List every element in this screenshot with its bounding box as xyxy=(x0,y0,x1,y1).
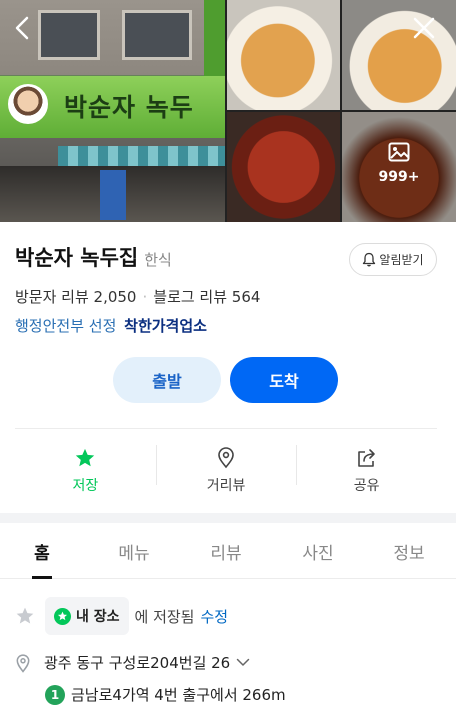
good-price-badge: 착한가격업소 xyxy=(124,317,207,335)
food-photo[interactable] xyxy=(227,0,340,110)
back-arrow-icon xyxy=(15,16,29,40)
street-view-button[interactable]: 거리뷰 xyxy=(155,429,297,512)
photo-count: 999+ xyxy=(378,169,420,185)
close-button[interactable] xyxy=(410,14,438,42)
blog-reviews-link[interactable]: 블로그 리뷰 564 xyxy=(153,286,260,307)
location-pin-icon xyxy=(16,653,30,673)
map-pin-icon xyxy=(218,446,234,468)
action-bar: 저장 거리뷰 공유 xyxy=(15,428,437,512)
more-photos-button[interactable]: 999+ xyxy=(342,142,456,185)
subway-directions-row: 1 금남로4가역 4번 출구에서 266m xyxy=(45,684,286,705)
place-category: 한식 xyxy=(144,251,172,269)
photo-gallery[interactable]: 박순자 녹두 999+ xyxy=(0,0,456,222)
food-photo[interactable] xyxy=(342,0,456,110)
subway-directions-text: 금남로4가역 4번 출구에서 266m xyxy=(71,686,286,704)
notification-label: 알림받기 xyxy=(379,253,424,267)
tab-menu[interactable]: 메뉴 xyxy=(118,539,149,564)
sign-portrait xyxy=(8,84,48,124)
active-tab-indicator xyxy=(32,576,52,579)
address-row[interactable]: 광주 동구 구성로204번길 26 xyxy=(15,652,250,673)
poster xyxy=(100,170,126,220)
green-star-badge-icon xyxy=(54,607,71,625)
separator-dot: · xyxy=(142,287,148,306)
edit-link[interactable]: 수정 xyxy=(200,606,228,627)
place-title-row: 박순자 녹두집 한식 xyxy=(15,242,172,272)
food-photo[interactable] xyxy=(227,112,340,222)
section-divider xyxy=(0,513,456,523)
star-icon xyxy=(76,448,95,466)
gov-selection-label: 행정안전부 선정 xyxy=(15,317,117,335)
subway-line-badge: 1 xyxy=(45,684,65,705)
share-icon xyxy=(357,448,375,467)
tab-reviews[interactable]: 리뷰 xyxy=(210,539,241,564)
saved-status-text: 에 저장됨 xyxy=(134,607,195,626)
awning xyxy=(58,146,225,166)
back-button[interactable] xyxy=(8,14,36,42)
address-text: 광주 동구 구성로204번길 26 xyxy=(44,654,231,672)
certification-line: 행정안전부 선정 착한가격업소 xyxy=(15,315,207,336)
share-button[interactable]: 공유 xyxy=(296,429,437,512)
review-summary: 방문자 리뷰 2,050 · 블로그 리뷰 564 xyxy=(15,286,260,307)
arrive-button[interactable]: 도착 xyxy=(230,357,338,403)
image-icon xyxy=(388,142,410,162)
close-icon xyxy=(413,17,435,39)
street-view-label: 거리뷰 xyxy=(206,477,246,494)
visitor-reviews-link[interactable]: 방문자 리뷰 2,050 xyxy=(15,286,136,307)
saved-list-name: 내 장소 xyxy=(76,609,120,625)
tab-info[interactable]: 정보 xyxy=(393,539,424,564)
notification-button[interactable]: 알림받기 xyxy=(349,243,437,276)
window xyxy=(38,10,100,60)
place-name: 박순자 녹두집 xyxy=(15,246,139,270)
store-sign-text: 박순자 녹두 xyxy=(64,93,194,122)
depart-button[interactable]: 출발 xyxy=(113,357,221,403)
tab-home[interactable]: 홈 xyxy=(34,539,50,564)
share-label: 공유 xyxy=(353,477,380,494)
save-button[interactable]: 저장 xyxy=(15,429,156,512)
saved-status-row: 내 장소 에 저장됨 수정 xyxy=(15,597,228,635)
bell-icon xyxy=(363,252,376,267)
saved-list-chip[interactable]: 내 장소 xyxy=(45,597,129,635)
window xyxy=(122,10,192,60)
tab-photos[interactable]: 사진 xyxy=(302,539,333,564)
chevron-down-icon xyxy=(236,658,250,666)
save-label: 저장 xyxy=(72,477,99,494)
star-outline-icon xyxy=(16,607,34,624)
tab-bar: 홈 메뉴 리뷰 사진 정보 xyxy=(0,523,456,579)
